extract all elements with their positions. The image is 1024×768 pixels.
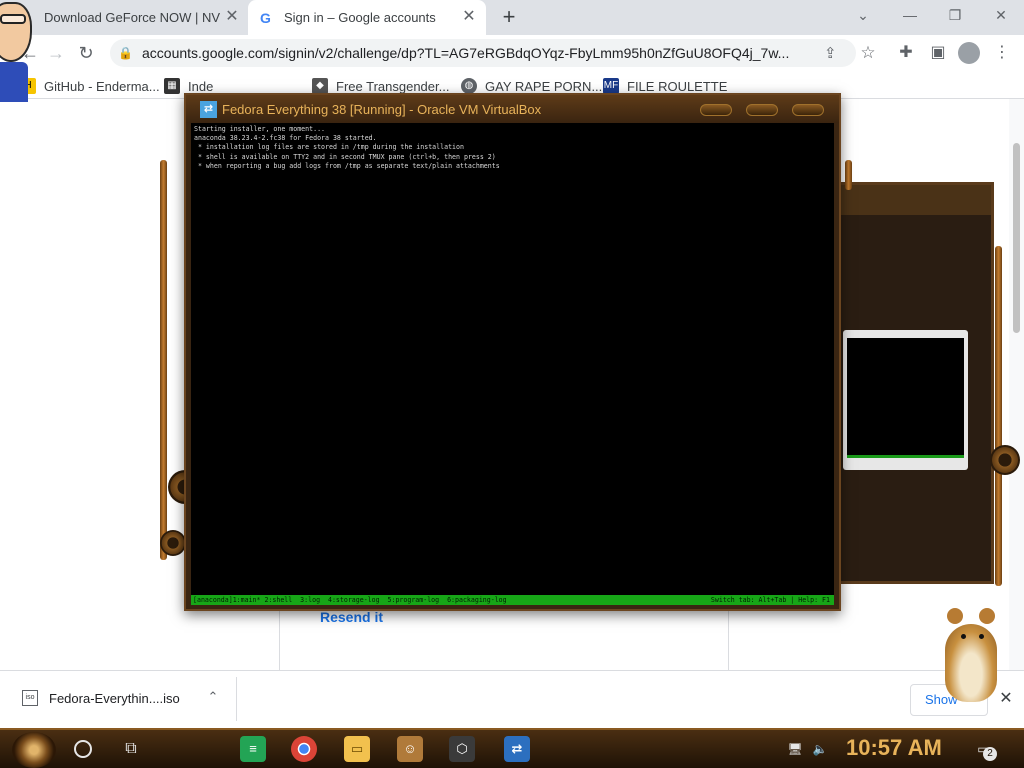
desktop: Resend it Download GeForce NOW | NVI ✕ G… [0,0,1024,768]
sticker-shirt [0,62,28,102]
bookmark-star-icon[interactable]: ☆ [856,41,880,65]
decorative-pipe [845,160,852,190]
background-window-titlebar [837,185,991,215]
console-line: * when reporting a bug add logs from /tm… [194,162,500,170]
tmux-help-hint: Switch tab: Alt+Tab | Help: F1 [710,596,830,604]
tab-search-chevron-icon[interactable]: ⌄ [851,4,875,26]
google-favicon-icon: G [260,10,271,26]
resend-link[interactable]: Resend it [320,609,383,625]
bookmark-label: GAY RAPE PORN... [485,78,603,94]
vm-console-screen[interactable]: Starting installer, one moment... anacon… [191,123,834,605]
site-icon: ◆ [312,78,328,94]
extensions-puzzle-icon[interactable]: ✚ [894,41,918,65]
hamster-body [945,624,997,702]
sticker-face [0,2,32,62]
file-explorer-icon[interactable]: ▭ [344,736,370,762]
vm-running-taskbar-icon[interactable]: ⇄ [504,736,530,762]
address-bar[interactable]: 🔒 accounts.google.com/signin/v2/challeng… [110,39,856,67]
decorative-pipe [160,160,167,560]
restore-button[interactable]: ❐ [943,4,967,26]
minimize-button[interactable]: — [898,4,922,26]
bookmark-label: GitHub - Enderma... [44,78,160,94]
side-panel-icon[interactable]: ▣ [926,41,950,65]
hamster-ear [979,608,995,624]
search-circle-icon[interactable] [74,740,92,758]
tab-close-icon[interactable]: ✕ [460,8,478,26]
tab-title: Sign in – Google accounts [284,10,436,25]
index-icon: ▦ [164,78,180,94]
console-line: Starting installer, one moment... [194,125,326,133]
taskbar-clock[interactable]: 10:57 AM [846,735,942,761]
chrome-app-icon[interactable] [291,736,317,762]
vm-maximize-button[interactable] [746,104,778,116]
iso-file-icon: iso [22,690,38,706]
chevron-up-icon[interactable]: ⌃ [204,689,222,705]
lock-icon[interactable]: 🔒 [118,45,134,61]
vm-minimize-button[interactable] [700,104,732,116]
cartoon-character-sticker [0,0,34,102]
scrollbar-thumb[interactable] [1013,143,1020,333]
decorative-gear [990,445,1020,475]
tab-close-icon[interactable]: ✕ [223,8,241,26]
url-text[interactable]: accounts.google.com/signin/v2/challenge/… [142,45,810,61]
bookmark-label: Inde [188,78,214,94]
console-line: anaconda 38.23.4-2.fc38 for Fedora 38 st… [194,134,377,142]
more-menu-icon[interactable]: ⋮ [990,41,1014,65]
download-shelf: iso Fedora-Everythin....iso ⌃ Show ✕ [0,670,1024,728]
game-app-icon[interactable]: ☺ [397,736,423,762]
forward-button[interactable]: → [44,41,68,65]
download-file-name[interactable]: Fedora-Everythin....iso [49,691,180,706]
network-icon[interactable]: 🖥 [786,740,804,758]
tab-google-signin[interactable]: G Sign in – Google accounts ✕ [248,0,486,35]
sheets-app-icon[interactable]: ≡ [240,736,266,762]
task-view-icon[interactable]: ⧉ [121,739,141,759]
download-divider [236,677,237,721]
virtualbox-app-icon: ⇄ [200,101,217,118]
bookmark-label: FILE ROULETTE [627,78,728,94]
console-line: * installation log files are stored in /… [194,143,464,151]
virtualbox-titlebar[interactable]: ⇄ Fedora Everything 38 [Running] - Oracl… [186,95,839,123]
hamster-ear [947,608,963,624]
bookmark-label: Free Transgender... [336,78,450,94]
background-vm-window[interactable] [834,182,994,584]
decorative-gear [160,530,186,556]
hamster-eye [979,634,984,639]
share-icon[interactable]: ⇪ [824,44,837,62]
start-button[interactable] [12,732,56,768]
profile-avatar[interactable] [958,42,980,64]
tab-strip: Download GeForce NOW | NVI ✕ G Sign in –… [0,0,1024,35]
console-line: * shell is available on TTY2 and in seco… [194,153,496,161]
vm-close-button[interactable] [792,104,824,116]
file-roulette-icon: MF [603,78,619,94]
new-tab-button[interactable]: + [498,6,520,28]
hamster-desktop-pet [935,604,1005,708]
volume-muted-icon[interactable]: 🔈 [811,740,829,758]
browser-toolbar: ← → ↻ 🔒 accounts.google.com/signin/v2/ch… [0,35,1024,71]
background-window-preview [843,330,968,470]
sticker-glasses [0,14,26,24]
tab-geforce-now[interactable]: Download GeForce NOW | NVI ✕ [0,0,248,35]
notifications-icon[interactable]: ▭ 2 [972,739,997,761]
taskbar: ⧉ ≡ ▭ ☺ ⬡ ⇄ 🖥 🔈 10:57 AM ▭ 2 [0,728,1024,768]
virtualbox-title: Fedora Everything 38 [Running] - Oracle … [222,102,542,117]
bookmark-github[interactable]: H GitHub - Enderma... [20,77,160,95]
page-scrollbar[interactable] [1009,99,1024,670]
decorative-pipe [995,246,1002,586]
tmux-status-bar: [anaconda]1:main* 2:shell 3:log 4:storag… [191,595,834,605]
notification-count-badge: 2 [983,747,997,761]
close-window-button[interactable]: ✕ [989,4,1013,26]
preview-screen [847,338,964,458]
hamster-eye [961,634,966,639]
tmux-window-list: [anaconda]1:main* 2:shell 3:log 4:storag… [193,596,507,604]
globe-icon: ◍ [461,78,477,94]
virtualbox-window[interactable]: ⇄ Fedora Everything 38 [Running] - Oracl… [184,93,841,611]
virtualbox-taskbar-icon[interactable]: ⬡ [449,736,475,762]
tab-title: Download GeForce NOW | NVI [44,10,220,25]
reload-button[interactable]: ↻ [74,41,98,65]
